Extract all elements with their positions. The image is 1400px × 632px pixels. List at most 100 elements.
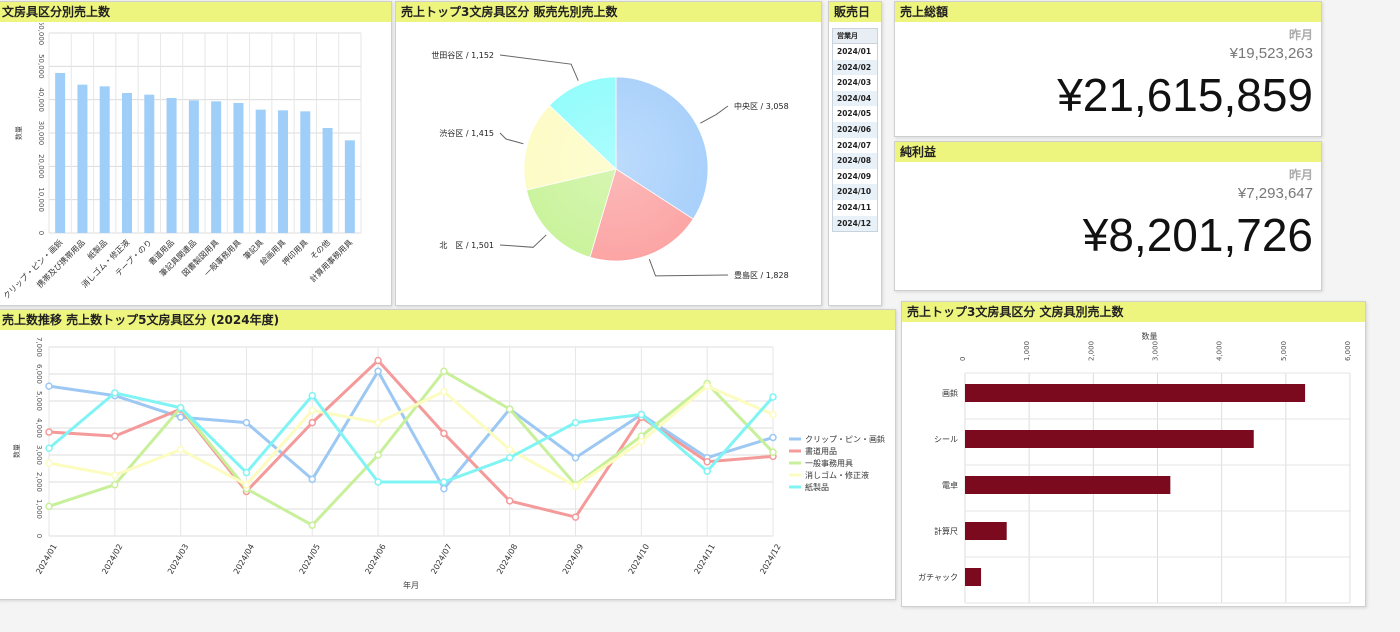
sale-date-item[interactable]: 2024/04 — [833, 90, 877, 107]
pie-label: 豊島区 / 1,828 — [734, 270, 789, 280]
bar — [211, 101, 222, 233]
sale-date-item[interactable]: 2024/01 — [833, 44, 877, 60]
pie-label: 北 区 / 1,501 — [439, 241, 494, 250]
data-point — [176, 413, 185, 421]
x-tick-label: 2024/07 — [429, 543, 453, 576]
y-tick-label: 60,000 — [37, 23, 45, 45]
y-tick-label: 2,000 — [35, 472, 43, 492]
data-point — [308, 521, 317, 529]
data-point — [703, 467, 711, 475]
x-tick-label: 5,000 — [1280, 341, 1288, 361]
data-point — [374, 367, 382, 376]
x-axis-label: 数量 — [1142, 331, 1158, 341]
data-point — [769, 410, 777, 419]
y-tick-label: 3,000 — [35, 445, 43, 465]
previous-month-label: 昨月 — [1288, 168, 1313, 182]
y-tick-label: 6,000 — [35, 364, 43, 384]
y-tick-label: 計算尺 — [934, 526, 958, 536]
panel-title: 売上トップ3文房具区分 販売先別売上数 — [396, 2, 821, 22]
pie-leader-line — [499, 54, 579, 81]
x-tick-label: 2024/11 — [693, 543, 717, 576]
data-point — [571, 513, 580, 521]
sale-date-item[interactable]: 2024/12 — [833, 215, 877, 232]
y-tick-label: 20,000 — [37, 154, 45, 179]
data-point — [308, 406, 317, 415]
data-point — [374, 356, 382, 365]
panel-title: 販売日 — [829, 2, 881, 22]
bar — [965, 384, 1306, 402]
sale-date-item[interactable]: 2024/03 — [833, 75, 877, 91]
data-point — [374, 451, 382, 459]
x-tick-label: 2024/01 — [34, 543, 58, 576]
data-point — [505, 453, 514, 462]
pie-leader-line — [648, 258, 729, 277]
bar — [965, 430, 1254, 448]
series-line — [48, 369, 775, 527]
category-sales-panel: 文房具区分別売上数 0 10,000 20,000 30,000 40,000 50,00… — [0, 1, 392, 306]
sale-date-item[interactable]: 2024/09 — [833, 169, 877, 185]
data-point — [571, 418, 580, 427]
sale-date-item[interactable]: 2024/10 — [833, 184, 877, 200]
y-tick-label: 1,000 — [35, 499, 43, 519]
sale-date-panel: 販売日 営業月 2024/01 2024/02 2024/03 2024/04 2024… — [828, 1, 882, 306]
data-point — [637, 410, 646, 419]
previous-month-label: 昨月 — [1288, 28, 1313, 42]
data-point — [308, 475, 317, 484]
pie-highlight — [524, 77, 708, 261]
sale-date-item[interactable]: 2024/06 — [833, 121, 877, 138]
sale-date-list: 営業月 2024/01 2024/02 2024/03 2024/04 2024/05 2… — [832, 28, 878, 233]
region-pie-panel: 売上トップ3文房具区分 販売先別売上数 中央区 / 3,058 豊島区 / 1,8… — [395, 1, 822, 306]
panel-title: 文房具区分別売上数 — [0, 2, 391, 22]
y-tick-label: 4,000 — [35, 418, 43, 438]
bar — [255, 109, 266, 233]
x-tick-label: 2024/10 — [627, 543, 651, 576]
sale-date-item[interactable]: 2024/02 — [833, 59, 877, 76]
pie-label: 中央区 / 3,058 — [734, 101, 789, 111]
previous-month-value: ¥7,293,647 — [1237, 185, 1313, 202]
x-tick-label: 2024/04 — [232, 543, 256, 576]
y-tick-label: 電卓 — [942, 480, 958, 490]
sale-date-header: 営業月 — [833, 29, 877, 44]
region-pie-chart: 中央区 / 3,058 豊島区 / 1,828 北 区 / 1,501 渋谷区 / 1… — [431, 50, 789, 280]
x-tick-label: 4,000 — [1216, 341, 1224, 361]
bar — [122, 93, 132, 233]
sale-date-item[interactable]: 2024/07 — [833, 138, 877, 154]
legend-label: 紙製品 — [805, 482, 829, 492]
y-tick-label: シール — [934, 435, 958, 444]
x-axis-label: 年月 — [403, 580, 419, 590]
bar — [166, 98, 177, 233]
data-point — [45, 382, 53, 390]
y-tick-label: 画鋲 — [942, 388, 958, 398]
previous-month-value: ¥19,523,263 — [1229, 45, 1313, 62]
data-point — [176, 404, 185, 412]
panel-title: 売上数推移 売上数トップ5文房具区分 (2024年度) — [0, 310, 895, 330]
bar — [300, 111, 311, 233]
sale-date-item[interactable]: 2024/08 — [833, 153, 877, 169]
data-point — [111, 480, 119, 489]
bar — [344, 140, 355, 233]
data-point — [45, 502, 53, 511]
bar — [144, 94, 155, 234]
bar — [99, 86, 110, 233]
x-tick-label: 1,000 — [1023, 341, 1031, 361]
sale-date-item[interactable]: 2024/11 — [833, 200, 877, 216]
y-tick-label: 50,000 — [37, 54, 45, 78]
legend-label: クリップ・ピン・画鋲 — [805, 434, 885, 444]
sale-date-item[interactable]: 2024/05 — [833, 106, 877, 122]
y-tick-label: 40,000 — [37, 87, 45, 112]
data-point — [440, 367, 448, 376]
panel-title: 売上総額 — [895, 2, 1321, 22]
y-tick-label: 0 — [37, 231, 45, 235]
data-point — [242, 418, 251, 427]
x-tick-label: 2024/12 — [758, 543, 782, 576]
data-point — [703, 382, 711, 390]
bar — [188, 100, 199, 233]
pie-leader-line — [499, 234, 547, 248]
y-tick-label: 0 — [35, 534, 43, 538]
data-point — [440, 387, 448, 396]
x-tick-label: 3,000 — [1152, 341, 1160, 361]
data-point — [45, 444, 53, 452]
bar — [965, 476, 1171, 494]
legend-label: 消しゴム・修正液 — [805, 470, 869, 480]
data-point — [571, 482, 580, 490]
